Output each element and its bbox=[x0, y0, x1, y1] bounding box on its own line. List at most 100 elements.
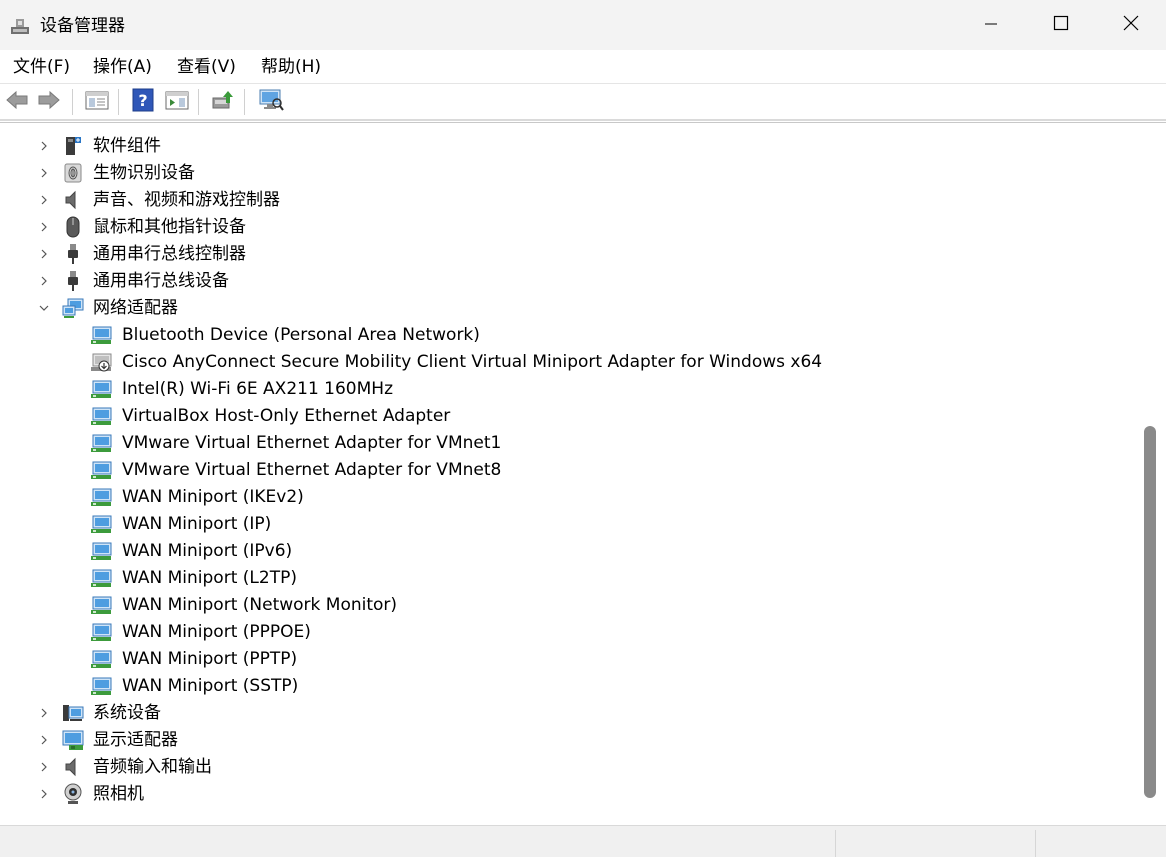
chevron-right-icon[interactable] bbox=[37, 246, 51, 260]
tree-device-wan-network-monitor[interactable]: WAN Miniport (Network Monitor) bbox=[0, 591, 1138, 618]
tree-device-wan-sstp[interactable]: WAN Miniport (SSTP) bbox=[0, 672, 1138, 699]
mouse-icon bbox=[62, 216, 84, 238]
tree-category-display-adapters[interactable]: 显示适配器 bbox=[0, 726, 1138, 753]
vertical-scrollbar[interactable] bbox=[1138, 123, 1166, 826]
forward-arrow-icon bbox=[37, 90, 61, 114]
scrollbar-thumb[interactable] bbox=[1144, 426, 1156, 798]
camera-icon bbox=[62, 783, 84, 805]
tree-device-label: WAN Miniport (IP) bbox=[122, 514, 272, 534]
minimize-icon bbox=[984, 16, 998, 35]
update-driver-icon bbox=[211, 89, 235, 115]
title-bar[interactable]: 设备管理器 bbox=[0, 0, 1166, 50]
tree-device-label: WAN Miniport (Network Monitor) bbox=[122, 595, 398, 615]
chevron-right-icon[interactable] bbox=[37, 192, 51, 206]
network-adapter-icon bbox=[62, 297, 84, 319]
network-adapter-icon bbox=[90, 432, 112, 454]
tree-device-wan-ip[interactable]: WAN Miniport (IP) bbox=[0, 510, 1138, 537]
tree-category-cameras[interactable]: 照相机 bbox=[0, 780, 1138, 807]
menu-file[interactable]: 文件(F) bbox=[11, 56, 72, 78]
chevron-right-icon[interactable] bbox=[37, 759, 51, 773]
tree-category-label: 鼠标和其他指针设备 bbox=[93, 217, 246, 237]
maximize-button[interactable] bbox=[1026, 0, 1096, 50]
tree-device-wan-ikev2[interactable]: WAN Miniport (IKEv2) bbox=[0, 483, 1138, 510]
tree-category-mice-pointing-devices[interactable]: 鼠标和其他指针设备 bbox=[0, 213, 1138, 240]
network-adapter-icon bbox=[90, 540, 112, 562]
window-title: 设备管理器 bbox=[40, 16, 125, 36]
tree-device-label: WAN Miniport (IKEv2) bbox=[122, 487, 304, 507]
menu-action[interactable]: 操作(A) bbox=[91, 56, 154, 78]
tree-device-label: Bluetooth Device (Personal Area Network) bbox=[122, 325, 480, 345]
minimize-button[interactable] bbox=[956, 0, 1026, 50]
update-driver-button[interactable] bbox=[210, 89, 236, 115]
network-adapter-icon bbox=[90, 675, 112, 697]
speaker-icon bbox=[62, 189, 84, 211]
tree-category-label: 显示适配器 bbox=[93, 730, 178, 750]
tree-device-label: VirtualBox Host-Only Ethernet Adapter bbox=[122, 406, 451, 426]
chevron-right-icon[interactable] bbox=[37, 705, 51, 719]
toolbar-separator bbox=[118, 89, 119, 115]
tree-device-label: VMware Virtual Ethernet Adapter for VMne… bbox=[122, 433, 502, 453]
back-button[interactable] bbox=[4, 89, 30, 115]
help-icon: ? bbox=[132, 88, 154, 116]
tree-category-network-adapters[interactable]: 网络适配器 bbox=[0, 294, 1138, 321]
status-pane bbox=[1035, 830, 1166, 857]
menu-help[interactable]: 帮助(H) bbox=[259, 56, 323, 78]
menu-view[interactable]: 查看(V) bbox=[175, 56, 238, 78]
properties-icon bbox=[165, 89, 189, 115]
tree-category-label: 通用串行总线控制器 bbox=[93, 244, 246, 264]
chevron-right-icon[interactable] bbox=[37, 219, 51, 233]
help-button[interactable]: ? bbox=[130, 88, 156, 116]
network-adapter-icon bbox=[90, 324, 112, 346]
tree-device-wan-pptp[interactable]: WAN Miniport (PPTP) bbox=[0, 645, 1138, 672]
toolbar-separator bbox=[198, 89, 199, 115]
tree-category-label: 照相机 bbox=[93, 784, 144, 804]
tree-device-cisco-anyconnect[interactable]: Cisco AnyConnect Secure Mobility Client … bbox=[0, 348, 1138, 375]
network-adapter-disabled-icon bbox=[90, 351, 112, 373]
device-manager-app-icon bbox=[10, 16, 30, 36]
network-adapter-icon bbox=[90, 459, 112, 481]
chevron-right-icon[interactable] bbox=[37, 732, 51, 746]
tree-device-vmware-vmnet8[interactable]: VMware Virtual Ethernet Adapter for VMne… bbox=[0, 456, 1138, 483]
device-tree[interactable]: 软件组件 生物识别设备 声音、视频和游戏控制器 鼠标和其他指针设备 通用串行总线… bbox=[0, 123, 1138, 826]
tree-device-bluetooth-pan[interactable]: Bluetooth Device (Personal Area Network) bbox=[0, 321, 1138, 348]
tree-device-vmware-vmnet1[interactable]: VMware Virtual Ethernet Adapter for VMne… bbox=[0, 429, 1138, 456]
tree-category-label: 声音、视频和游戏控制器 bbox=[93, 190, 280, 210]
tree-category-software-components[interactable]: 软件组件 bbox=[0, 132, 1138, 159]
biometric-icon bbox=[62, 162, 84, 184]
tree-device-wan-l2tp[interactable]: WAN Miniport (L2TP) bbox=[0, 564, 1138, 591]
show-hide-console-tree-button[interactable] bbox=[84, 89, 110, 115]
tree-device-wan-ipv6[interactable]: WAN Miniport (IPv6) bbox=[0, 537, 1138, 564]
tree-device-virtualbox-host-only[interactable]: VirtualBox Host-Only Ethernet Adapter bbox=[0, 402, 1138, 429]
chevron-right-icon[interactable] bbox=[37, 165, 51, 179]
scan-hardware-button[interactable] bbox=[258, 89, 284, 115]
tree-device-wan-pppoe[interactable]: WAN Miniport (PPPOE) bbox=[0, 618, 1138, 645]
tree-category-usb-devices[interactable]: 通用串行总线设备 bbox=[0, 267, 1138, 294]
chevron-right-icon[interactable] bbox=[37, 786, 51, 800]
toolbar-separator bbox=[244, 89, 245, 115]
network-adapter-icon bbox=[90, 378, 112, 400]
tree-category-usb-controllers[interactable]: 通用串行总线控制器 bbox=[0, 240, 1138, 267]
tree-category-label: 网络适配器 bbox=[93, 298, 178, 318]
chevron-right-icon[interactable] bbox=[37, 273, 51, 287]
tree-device-label: WAN Miniport (PPPOE) bbox=[122, 622, 311, 642]
properties-button[interactable] bbox=[164, 89, 190, 115]
chevron-down-icon[interactable] bbox=[37, 300, 51, 314]
tree-category-label: 生物识别设备 bbox=[93, 163, 195, 183]
tree-device-label: WAN Miniport (L2TP) bbox=[122, 568, 297, 588]
tree-device-label: WAN Miniport (PPTP) bbox=[122, 649, 298, 669]
network-adapter-icon bbox=[90, 621, 112, 643]
tree-category-biometric-devices[interactable]: 生物识别设备 bbox=[0, 159, 1138, 186]
tree-device-label: Cisco AnyConnect Secure Mobility Client … bbox=[122, 352, 823, 372]
network-adapter-icon bbox=[90, 648, 112, 670]
tree-device-label: VMware Virtual Ethernet Adapter for VMne… bbox=[122, 460, 502, 480]
software-component-icon bbox=[62, 135, 84, 157]
chevron-right-icon[interactable] bbox=[37, 138, 51, 152]
forward-button[interactable] bbox=[36, 89, 62, 115]
close-button[interactable] bbox=[1096, 0, 1166, 50]
scan-hardware-icon bbox=[258, 88, 284, 116]
tree-category-system-devices[interactable]: 系统设备 bbox=[0, 699, 1138, 726]
tree-device-intel-wifi[interactable]: Intel(R) Wi-Fi 6E AX211 160MHz bbox=[0, 375, 1138, 402]
tree-category-sound-video-game-controllers[interactable]: 声音、视频和游戏控制器 bbox=[0, 186, 1138, 213]
tree-category-audio-inputs-outputs[interactable]: 音频输入和输出 bbox=[0, 753, 1138, 780]
device-tree-pane: 软件组件 生物识别设备 声音、视频和游戏控制器 鼠标和其他指针设备 通用串行总线… bbox=[0, 122, 1166, 826]
